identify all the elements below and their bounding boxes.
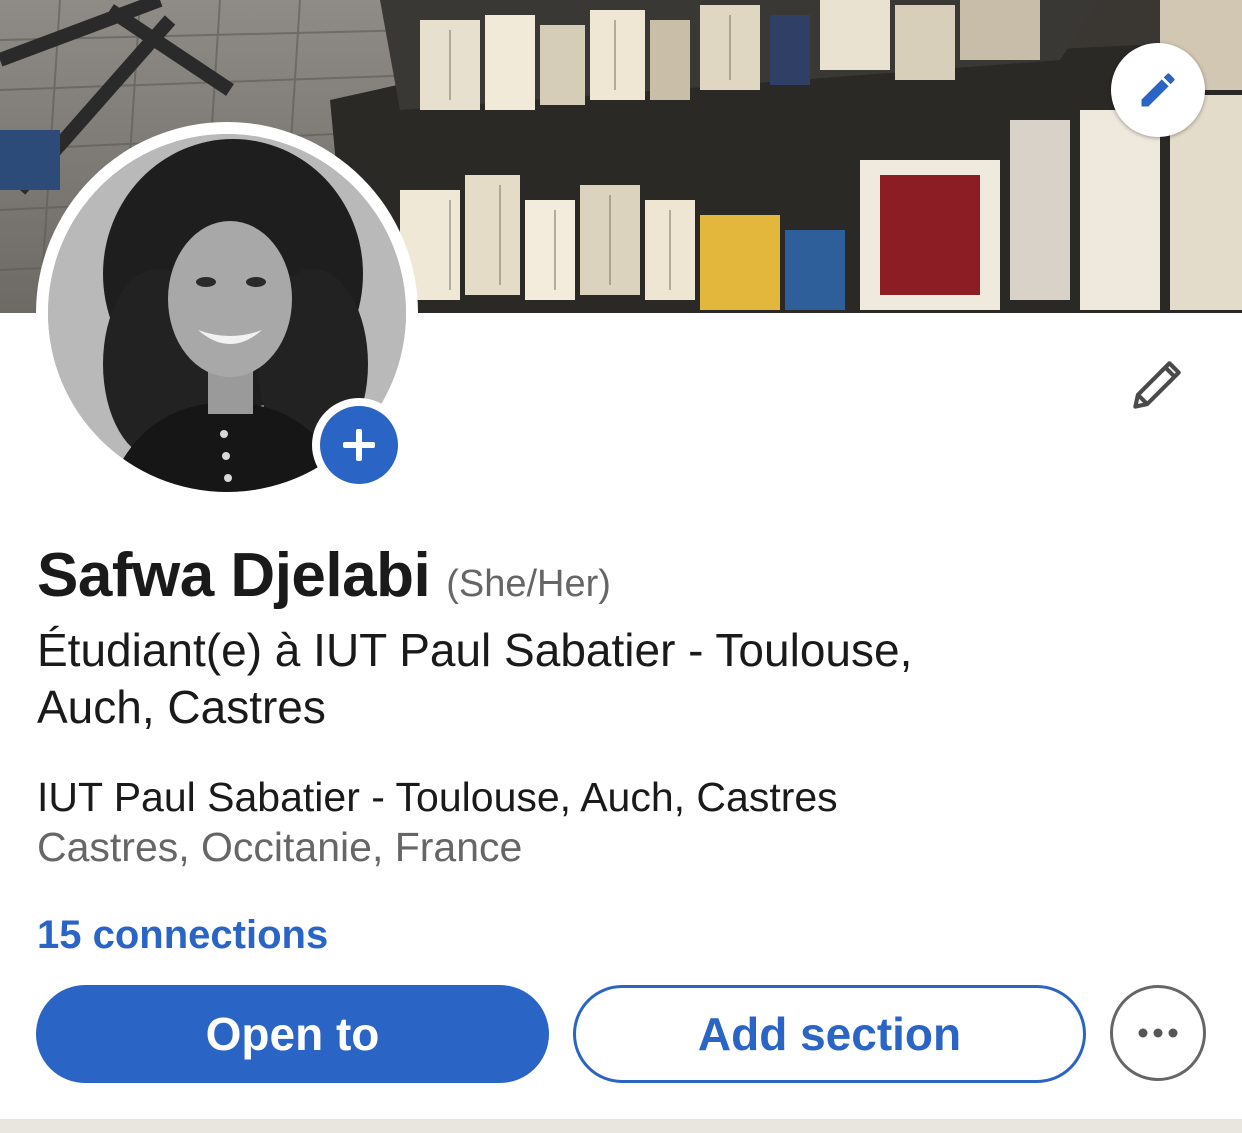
profile-location: Castres, Occitanie, France [37,824,523,870]
pencil-icon [1133,361,1181,409]
ellipsis-icon [1138,1028,1178,1038]
edit-cover-button[interactable] [1111,43,1205,137]
plus-icon [343,429,375,461]
add-photo-button[interactable] [312,398,406,492]
more-actions-button[interactable] [1110,985,1206,1081]
profile-education[interactable]: IUT Paul Sabatier - Toulouse, Auch, Cast… [37,772,838,822]
plus-circle [320,406,398,484]
profile-headline: Étudiant(e) à IUT Paul Sabatier - Toulou… [37,624,913,733]
pencil-icon [1141,73,1175,107]
connections-link[interactable]: 15 connections [37,910,328,960]
open-to-button[interactable]: Open to [36,985,549,1083]
profile-name: Safwa Djelabi [37,541,431,610]
section-divider [0,1119,1242,1133]
name-row: Safwa Djelabi (She/Her) [37,540,611,611]
profile-pronouns: (She/Her) [446,563,611,605]
edit-intro-button[interactable] [1124,354,1188,418]
add-section-button[interactable]: Add section [573,985,1086,1083]
